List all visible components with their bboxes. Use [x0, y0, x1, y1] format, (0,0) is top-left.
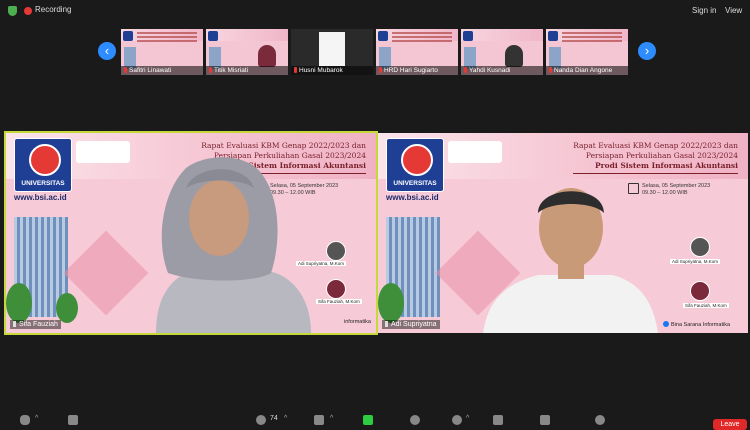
- video-camera-off-icon[interactable]: [68, 415, 78, 425]
- whiteboard-icon[interactable]: [540, 415, 550, 425]
- participants-options-chevron-icon[interactable]: ^: [284, 415, 287, 422]
- mic-muted-icon: [124, 67, 127, 73]
- mic-muted-icon: [464, 67, 467, 73]
- gallery-strip: ‹ Safitri Linawati Titik Misriati Husni …: [0, 29, 750, 75]
- logo: [208, 31, 218, 41]
- participant-name-tag: Yahdi Kusnadi: [461, 66, 543, 75]
- recording-icon: [24, 7, 32, 15]
- audio-options-chevron-icon[interactable]: ^: [35, 415, 38, 422]
- reactions-icon[interactable]: [452, 415, 462, 425]
- mic-muted-icon: [549, 67, 552, 73]
- participant-thumbnail[interactable]: Nanda Dian Angone: [546, 29, 628, 75]
- participant-name-tag: Titik Misriati: [206, 66, 288, 75]
- slide-band: [376, 29, 458, 41]
- chevron-left-icon[interactable]: ‹: [98, 42, 116, 60]
- mic-icon: [385, 321, 388, 327]
- participant-name-tag: Adi Supriyatna: [382, 320, 440, 329]
- reactions-options-chevron-icon[interactable]: ^: [466, 415, 469, 422]
- participant-name-tag: Husni Mubarok: [291, 66, 373, 75]
- slide-band: [121, 29, 203, 41]
- chat-options-chevron-icon[interactable]: ^: [330, 415, 333, 422]
- logo: [123, 31, 133, 41]
- record-icon[interactable]: [410, 415, 420, 425]
- mic-icon: [13, 321, 16, 327]
- participant-name: Titik Misriati: [214, 67, 249, 74]
- microphone-muted-icon[interactable]: [20, 415, 30, 425]
- slide-band: [206, 29, 288, 41]
- apps-icon[interactable]: [493, 415, 503, 425]
- logo: [548, 31, 558, 41]
- meeting-toolbar: ^ 74 ^ ^ ^: [0, 410, 750, 430]
- participant-video: [258, 45, 276, 67]
- slide-band: [546, 29, 628, 41]
- mic-muted-icon: [379, 67, 382, 73]
- participant-name-tag: Sifa Fauziah: [10, 320, 61, 329]
- participant-thumbnail[interactable]: Yahdi Kusnadi: [461, 29, 543, 75]
- chat-icon[interactable]: [314, 415, 324, 425]
- participant-name: Sifa Fauziah: [19, 321, 58, 328]
- recording-label: Recording: [35, 5, 72, 14]
- participant-thumbnail[interactable]: HRD Hari Sugiarto: [376, 29, 458, 75]
- chevron-right-icon[interactable]: ›: [638, 42, 656, 60]
- slide-title: [562, 32, 622, 34]
- slide-title: [137, 32, 197, 34]
- leave-button[interactable]: Leave: [713, 419, 747, 430]
- avatar: [319, 32, 345, 66]
- slide-band: [461, 29, 543, 41]
- mic-muted-icon: [294, 67, 297, 73]
- participant-thumbnail[interactable]: Husni Mubarok: [291, 29, 373, 75]
- participant-thumbnail[interactable]: Titik Misriati: [206, 29, 288, 75]
- participant-thumbnail[interactable]: Safitri Linawati: [121, 29, 203, 75]
- share-screen-icon[interactable]: [363, 415, 373, 425]
- video-tile-left[interactable]: UNIVERSITAS www.bsi.ac.id Rapat Evaluasi…: [4, 131, 378, 335]
- participant-name: Yahdi Kusnadi: [469, 67, 511, 74]
- participant-name: Nanda Dian Angone: [554, 67, 613, 74]
- top-bar: Recording Sign in View: [0, 0, 750, 22]
- security-shield-icon[interactable]: [8, 6, 17, 16]
- participant-name: Safitri Linawati: [129, 67, 172, 74]
- participant-video: [505, 45, 523, 67]
- participant-name-tag: HRD Hari Sugiarto: [376, 66, 458, 75]
- slide-title: [392, 32, 452, 34]
- participant-video: [483, 188, 658, 333]
- sign-in-link[interactable]: Sign in: [692, 6, 716, 15]
- logo: [378, 31, 388, 41]
- view-button[interactable]: View: [725, 6, 742, 15]
- more-icon[interactable]: [595, 415, 605, 425]
- logo: [463, 31, 473, 41]
- participant-name-tag: Nanda Dian Angone: [546, 66, 628, 75]
- participant-count: 74: [270, 415, 278, 422]
- video-tile-right[interactable]: UNIVERSITAS www.bsi.ac.id Rapat Evaluasi…: [378, 133, 748, 333]
- participant-name: Adi Supriyatna: [391, 321, 437, 328]
- mic-muted-icon: [209, 67, 212, 73]
- participant-name-tag: Safitri Linawati: [121, 66, 203, 75]
- participant-name: Husni Mubarok: [299, 67, 343, 74]
- participants-icon[interactable]: [256, 415, 266, 425]
- participant-name: HRD Hari Sugiarto: [384, 67, 438, 74]
- participant-video: [156, 157, 311, 333]
